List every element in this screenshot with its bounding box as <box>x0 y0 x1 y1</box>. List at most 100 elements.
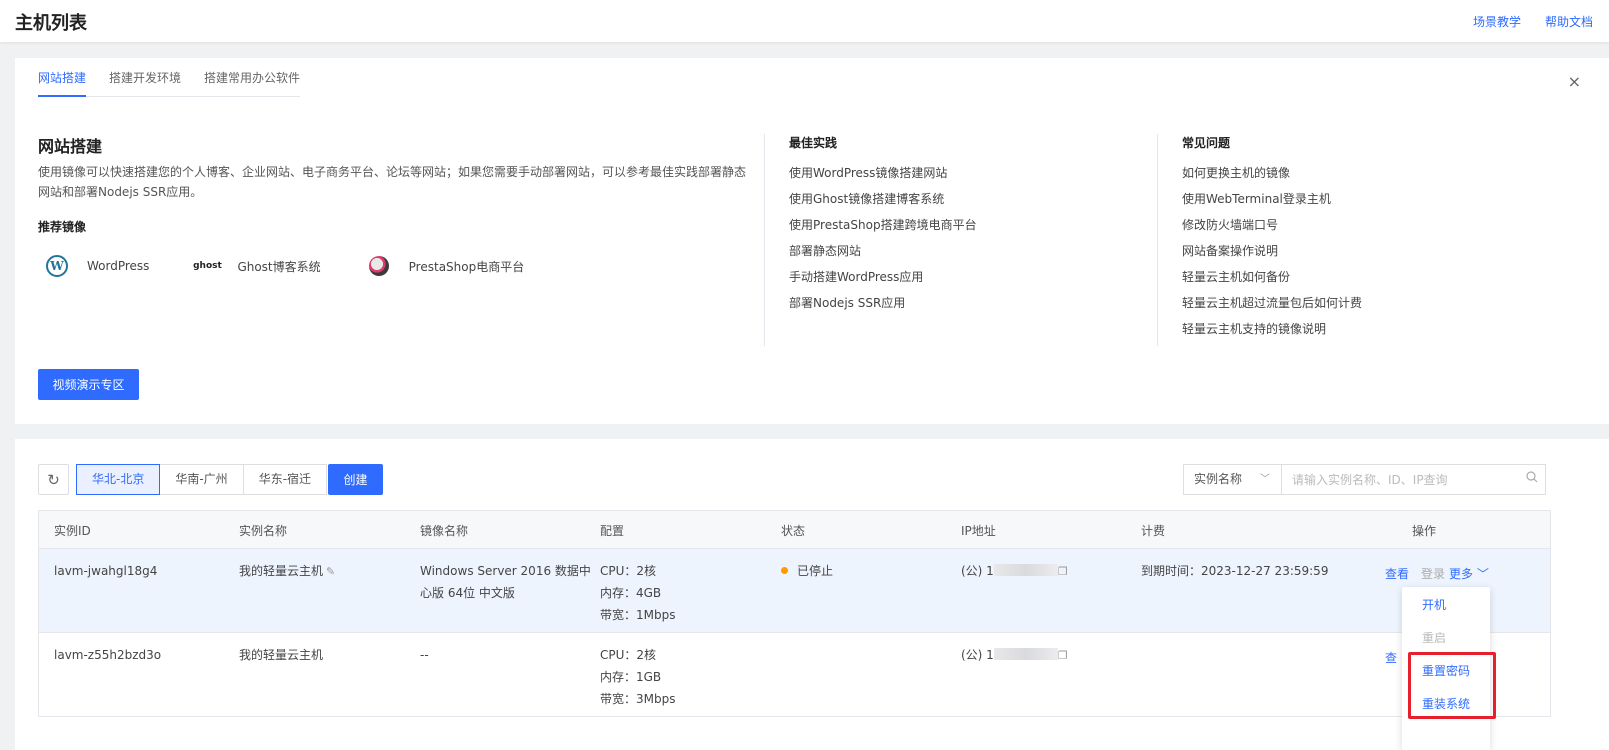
guide-tabs: 网站搭建 搭建开发环境 搭建常用办公软件 <box>38 68 301 97</box>
more-dropdown[interactable]: 更多 ﹀ <box>1449 567 1489 581</box>
tab-website[interactable]: 网站搭建 <box>38 68 87 97</box>
ip-cell: (公) 1 ❐ <box>961 644 1068 667</box>
ip-address: (公) 1 <box>961 564 994 578</box>
guide-title: 网站搭建 <box>38 137 103 156</box>
column-header: 镜像名称 <box>420 524 469 538</box>
image-wordpress[interactable]: W WordPress <box>45 254 149 278</box>
faq-link[interactable]: 修改防火墙端口号 <box>1182 216 1362 242</box>
search-field-select[interactable]: 实例名称 ﹀ <box>1183 464 1282 495</box>
top-links: 场景教学 帮助文档 <box>1473 13 1593 30</box>
config-cpu: CPU：2核 <box>600 564 657 578</box>
top-bar: 主机列表 场景教学 帮助文档 <box>0 0 1609 42</box>
create-button[interactable]: 创建 <box>328 464 383 495</box>
region-guangzhou[interactable]: 华南-广州 <box>159 464 244 495</box>
copy-icon[interactable]: ❐ <box>1058 565 1068 578</box>
best-practice-link[interactable]: 使用PrestaShop搭建跨境电商平台 <box>789 216 977 242</box>
ip-redacted <box>993 564 1058 576</box>
ghost-icon: ghost <box>193 261 222 271</box>
faq-title: 常见问题 <box>1182 136 1231 150</box>
actions-cell: 查 <box>1385 647 1397 669</box>
host-list-panel: ↻ 华北-北京 华南-广州 华东-宿迁 创建 实例名称 ﹀ 实例ID 实例名称 … <box>15 439 1609 750</box>
best-practice-list: 使用WordPress镜像搭建网站 使用Ghost镜像搭建博客系统 使用Pres… <box>789 164 977 320</box>
faq-link[interactable]: 轻量云主机支持的镜像说明 <box>1182 320 1362 346</box>
recommended-images: W WordPress ghost Ghost博客系统 PrestaShop电商… <box>45 254 570 278</box>
ip-address: (公) 1 <box>961 648 994 662</box>
copy-icon[interactable]: ❐ <box>1058 649 1068 662</box>
more-label: 更多 <box>1449 567 1474 581</box>
best-practice-link[interactable]: 使用Ghost镜像搭建博客系统 <box>789 190 977 216</box>
status-cell: 已停止 <box>781 560 833 582</box>
faq-list: 如何更换主机的镜像 使用WebTerminal登录主机 修改防火墙端口号 网站备… <box>1182 164 1362 346</box>
actions-cell: 查看 登录 更多 ﹀ <box>1385 563 1489 585</box>
best-practice-link[interactable]: 部署静态网站 <box>789 242 977 268</box>
instance-name: 我的轻量云主机 <box>239 648 324 662</box>
status-text: 已停止 <box>797 564 834 578</box>
chevron-down-icon: ﹀ <box>1260 474 1270 485</box>
menu-item-restart: 重启 <box>1422 631 1447 645</box>
config-memory: 内存：4GB <box>600 586 662 600</box>
billing: 到期时间：2023-12-27 23:59:59 <box>1141 564 1329 578</box>
recommended-images-title: 推荐镜像 <box>38 220 87 234</box>
column-header: 配置 <box>600 524 625 538</box>
guide-panel: 网站搭建 搭建开发环境 搭建常用办公软件 × 网站搭建 使用镜像可以快速搭建您的… <box>15 58 1609 424</box>
region-selector: 华北-北京 华南-广州 华东-宿迁 <box>76 464 328 495</box>
column-header: 实例名称 <box>239 524 288 538</box>
region-beijing[interactable]: 华北-北京 <box>76 464 161 495</box>
divider <box>764 134 765 346</box>
config-cell: CPU：2核 内存：4GB 带宽：1Mbps <box>600 560 675 626</box>
tab-office-software[interactable]: 搭建常用办公软件 <box>204 68 300 96</box>
best-practice-link[interactable]: 使用WordPress镜像搭建网站 <box>789 164 977 190</box>
image-label: PrestaShop电商平台 <box>408 259 525 274</box>
config-cpu: CPU：2核 <box>600 648 657 662</box>
guide-description: 使用镜像可以快速搭建您的个人博客、企业网站、电子商务平台、论坛等网站；如果您需要… <box>38 165 747 199</box>
status-dot-icon <box>781 567 788 574</box>
instance-name: 我的轻量云主机 <box>239 564 324 578</box>
best-practice-link[interactable]: 手动搭建WordPress应用 <box>789 268 977 294</box>
instance-id: lavm-jwahgl18g4 <box>54 564 158 578</box>
table-header: 实例ID 实例名称 镜像名称 配置 状态 IP地址 计费 操作 <box>39 511 1550 549</box>
menu-item-power-on[interactable]: 开机 <box>1422 596 1446 613</box>
search-field-label: 实例名称 <box>1194 472 1243 486</box>
chevron-down-icon: ﹀ <box>1476 567 1489 581</box>
login-link: 登录 <box>1421 567 1446 581</box>
instance-name-cell: 我的轻量云主机 ✎ <box>239 560 335 583</box>
divider <box>1157 134 1158 346</box>
tab-dev-env[interactable]: 搭建开发环境 <box>109 68 181 96</box>
image-ghost[interactable]: ghost Ghost博客系统 <box>193 254 321 278</box>
region-suqian[interactable]: 华东-宿迁 <box>242 464 328 495</box>
scenario-tutorial-link[interactable]: 场景教学 <box>1473 13 1521 30</box>
config-cell: CPU：2核 内存：1GB 带宽：3Mbps <box>600 644 675 710</box>
best-practice-link[interactable]: 部署Nodejs SSR应用 <box>789 294 977 320</box>
image-name: 心版 64位 中文版 <box>420 586 515 600</box>
config-bandwidth: 带宽：1Mbps <box>600 608 676 622</box>
search-icon[interactable] <box>1526 471 1538 483</box>
video-demo-button[interactable]: 视频演示专区 <box>38 369 139 400</box>
faq-link[interactable]: 使用WebTerminal登录主机 <box>1182 190 1362 216</box>
instance-id: lavm-z55h2bzd3o <box>54 648 162 662</box>
ip-redacted <box>993 648 1058 660</box>
close-icon[interactable]: × <box>1568 72 1581 91</box>
refresh-icon[interactable]: ↻ <box>38 464 69 495</box>
image-label: WordPress <box>87 259 150 273</box>
faq-link[interactable]: 轻量云主机如何备份 <box>1182 268 1362 294</box>
highlight-box <box>1408 652 1496 719</box>
edit-icon[interactable]: ✎ <box>326 565 335 578</box>
config-bandwidth: 带宽：3Mbps <box>600 692 676 706</box>
column-header: 操作 <box>1412 524 1437 538</box>
table-row: lavm-jwahgl18g4 我的轻量云主机 ✎ Windows Server … <box>39 549 1550 633</box>
search-input[interactable] <box>1281 464 1546 495</box>
faq-link[interactable]: 网站备案操作说明 <box>1182 242 1362 268</box>
image-name-cell: Windows Server 2016 数据中 心版 64位 中文版 <box>420 560 591 604</box>
faq-link[interactable]: 轻量云主机超过流量包后如何计费 <box>1182 294 1362 320</box>
view-link[interactable]: 查看 <box>1385 567 1409 581</box>
prestashop-icon <box>367 254 391 278</box>
image-prestashop[interactable]: PrestaShop电商平台 <box>367 254 525 278</box>
best-practice-title: 最佳实践 <box>789 136 838 150</box>
faq-link[interactable]: 如何更换主机的镜像 <box>1182 164 1362 190</box>
help-docs-link[interactable]: 帮助文档 <box>1545 13 1593 30</box>
image-name: Windows Server 2016 数据中 <box>420 564 591 578</box>
view-link[interactable]: 查 <box>1385 651 1397 665</box>
column-header: 实例ID <box>54 524 91 538</box>
image-label: Ghost博客系统 <box>237 259 321 274</box>
page-title: 主机列表 <box>15 13 87 34</box>
